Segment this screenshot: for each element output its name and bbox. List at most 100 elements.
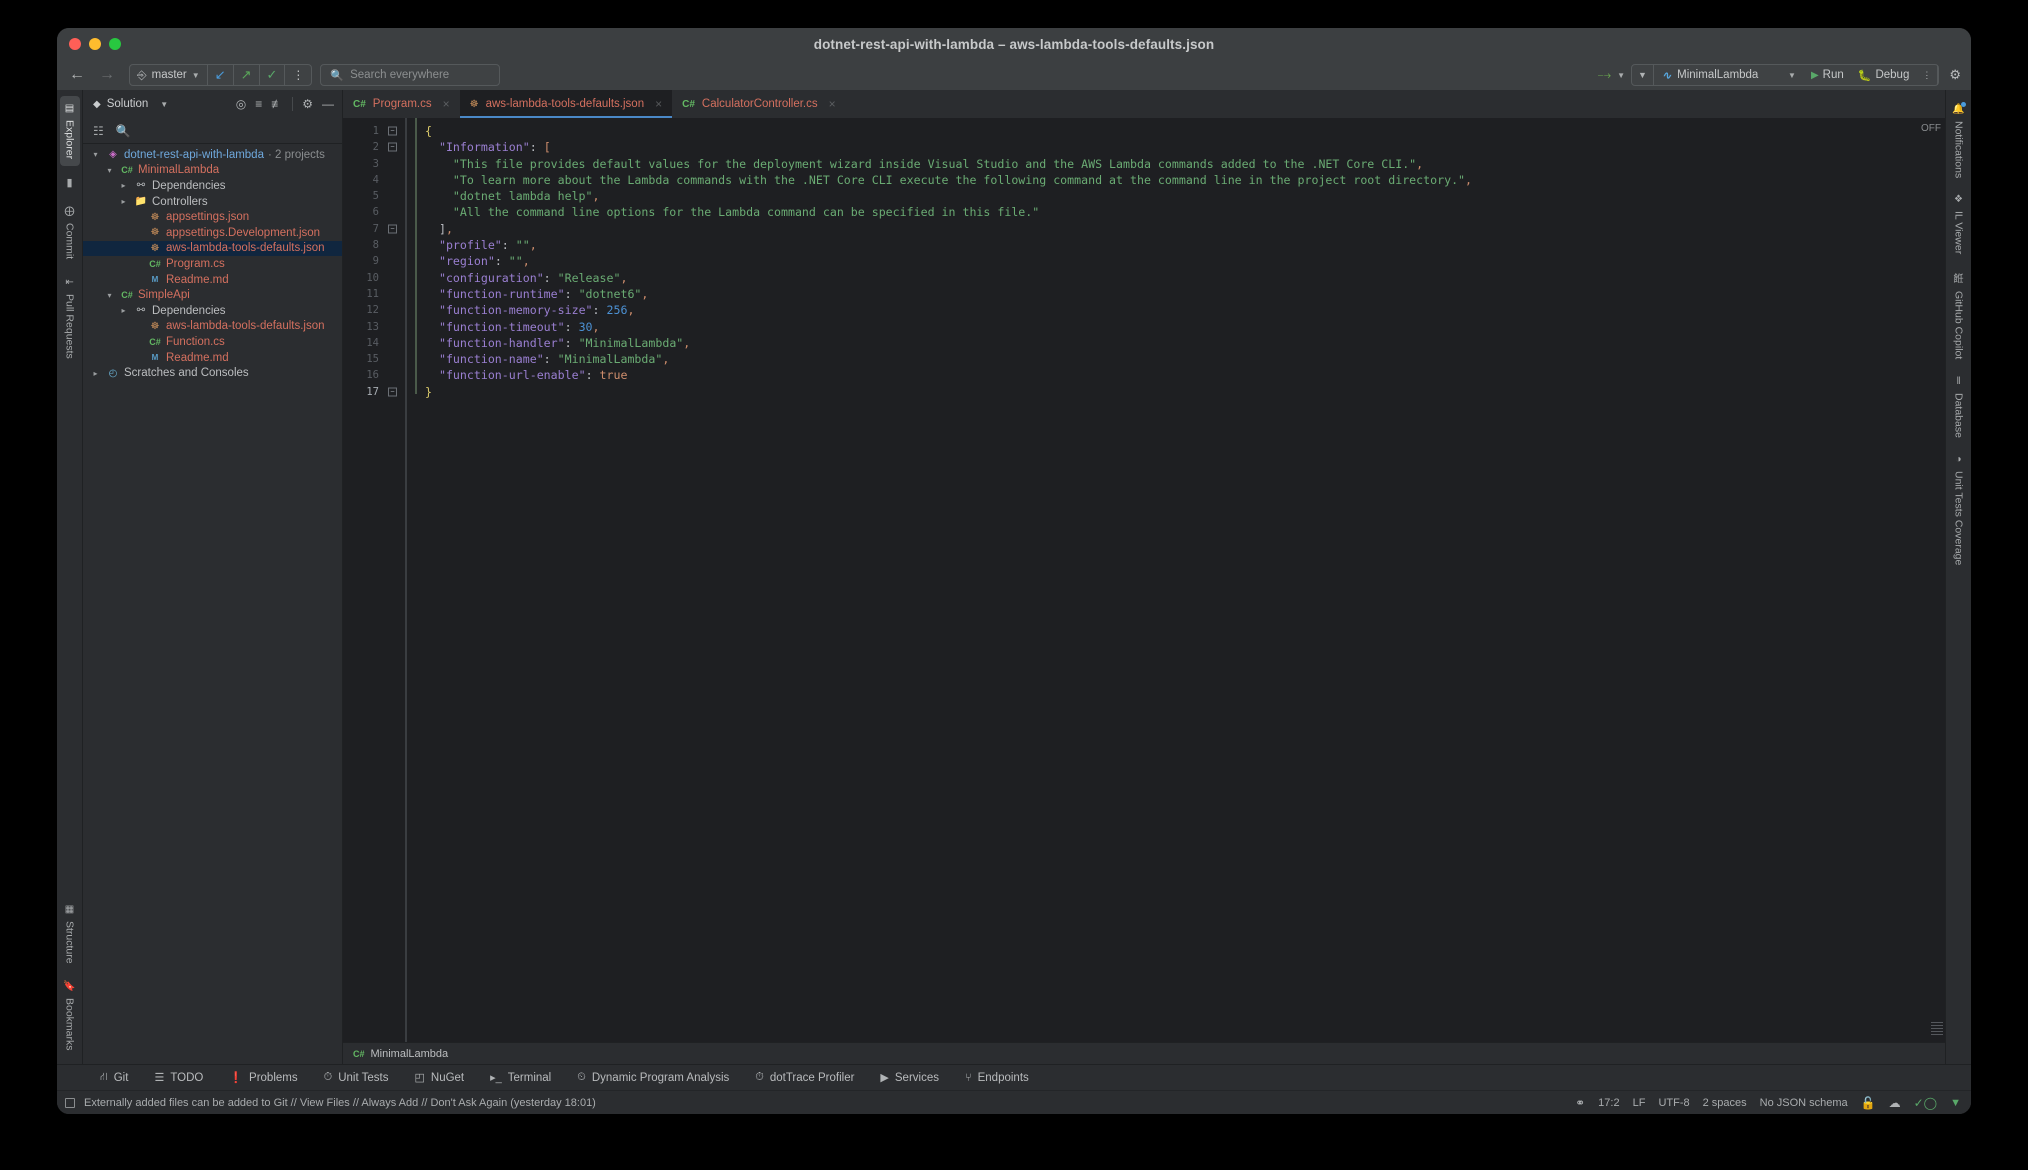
vcs-commit-button[interactable]: ✓ (260, 65, 286, 85)
tree-item-simpleapi[interactable]: ▾C#SimpleApi (83, 287, 342, 303)
inspection-state-label[interactable]: OFF (1921, 123, 1941, 134)
run-button[interactable]: ▶ Run (1804, 64, 1851, 86)
tool-window-problems[interactable]: ❗Problems (216, 1065, 310, 1090)
tree-item-appsettings-development-json[interactable]: ☸appsettings.Development.json (83, 225, 342, 241)
right-sidebar-item-il-viewer[interactable]: ❖IL Viewer (1949, 186, 1969, 262)
run-more-actions-button[interactable]: ⋮ (1916, 65, 1938, 85)
tree-item-readme-md[interactable]: MReadme.md (83, 272, 342, 288)
tool-window-terminal[interactable]: ▸_Terminal (477, 1065, 564, 1090)
vcs-update-button[interactable]: ↙ (208, 65, 234, 85)
indent-setting[interactable]: 2 spaces (1703, 1097, 1747, 1109)
line-number[interactable]: 6 (343, 204, 405, 220)
sidebar-item-explorer[interactable]: ▤ Explorer (60, 96, 80, 166)
collapse-all-icon[interactable]: ≢ (271, 97, 283, 111)
editor-minimap-indicator[interactable] (1931, 1022, 1943, 1036)
sidebar-item-commit[interactable]: ⨁ Commit (60, 199, 80, 266)
line-number[interactable]: 7− (343, 221, 405, 237)
line-number[interactable]: 17− (343, 384, 405, 400)
tree-item-aws-lambda-tools-defaults-json[interactable]: ☸aws-lambda-tools-defaults.json (83, 319, 342, 335)
forward-icon[interactable]: → (99, 67, 115, 83)
sidebar-item-structure[interactable]: ▦ Structure (60, 897, 80, 971)
build-chevron-down-icon[interactable]: ▼ (1617, 71, 1625, 80)
tree-twisty-icon[interactable]: ▾ (89, 150, 102, 159)
tree-item-readme-md[interactable]: MReadme.md (83, 350, 342, 366)
caret-position[interactable]: 17:2 (1598, 1097, 1619, 1109)
json-schema-selector[interactable]: No JSON schema (1760, 1097, 1848, 1109)
tree-item-dependencies[interactable]: ▸⚯Dependencies (83, 303, 342, 319)
status-indicator-icon[interactable] (65, 1098, 75, 1108)
tool-window-git[interactable]: ⛙Git (87, 1065, 141, 1090)
code-content-wrapper[interactable]: { "Information": [ "This file provides d… (405, 118, 1929, 1042)
unlocked-icon[interactable]: 🔓 (1861, 1096, 1876, 1110)
editor-tab-program-cs[interactable]: C#Program.cs× (343, 90, 460, 118)
breadcrumb-label[interactable]: MinimalLambda (371, 1048, 449, 1060)
vcs-push-button[interactable]: ↗ (234, 65, 260, 85)
expand-all-icon[interactable]: ≡ (255, 97, 262, 111)
scope-icon[interactable]: ☷ (93, 124, 104, 138)
line-number[interactable]: 2− (343, 139, 405, 155)
code-editor[interactable]: 1−2−34567−891011121314151617− { "Informa… (343, 118, 1945, 1042)
tree-item-appsettings-json[interactable]: ☸appsettings.json (83, 209, 342, 225)
line-number[interactable]: 3 (343, 156, 405, 172)
run-configuration-widget[interactable]: ▼ ∿ MinimalLambda ▼ ▶ Run 🐛 Debug ⋮ (1631, 64, 1939, 86)
code-fold-icon[interactable]: − (388, 127, 397, 136)
branch-selector[interactable]: ⎆ master ▼ (130, 65, 208, 85)
updates-icon[interactable]: ▼ (1950, 1097, 1961, 1109)
tree-item-minimallambda[interactable]: ▾C#MinimalLambda (83, 163, 342, 179)
line-number[interactable]: 15 (343, 351, 405, 367)
tree-item-program-cs[interactable]: C#Program.cs (83, 256, 342, 272)
tree-twisty-icon[interactable]: ▸ (117, 197, 130, 206)
tool-window-dynamic-program-analysis[interactable]: ⏲Dynamic Program Analysis (564, 1065, 742, 1090)
tree-item-aws-lambda-tools-defaults-json[interactable]: ☸aws-lambda-tools-defaults.json (83, 241, 342, 257)
close-icon[interactable]: × (829, 97, 836, 111)
locate-icon[interactable]: ◎ (236, 97, 246, 111)
code-fold-icon[interactable]: − (388, 387, 397, 396)
vcs-more-button[interactable]: ⋮ (285, 65, 311, 85)
tool-window-endpoints[interactable]: ⑂Endpoints (952, 1065, 1042, 1090)
run-config-expand-icon[interactable]: ▼ (1632, 65, 1654, 85)
search-everywhere-input[interactable]: 🔍 Search everywhere (320, 64, 500, 86)
line-number[interactable]: 13 (343, 319, 405, 335)
tree-item-function-cs[interactable]: C#Function.cs (83, 334, 342, 350)
file-encoding[interactable]: UTF-8 (1658, 1097, 1689, 1109)
editor-tabs-more-button[interactable] (1937, 90, 1945, 118)
hammer-icon[interactable]: ⤍ (1598, 67, 1612, 83)
sidebar-item-bookmarks[interactable]: 🔖 Bookmarks (59, 974, 79, 1058)
solution-view-selector[interactable]: ◆ Solution ▼ (93, 98, 168, 110)
tree-twisty-icon[interactable]: ▸ (117, 306, 130, 315)
close-icon[interactable]: × (655, 97, 662, 111)
gear-icon[interactable]: ⚙ (1945, 67, 1965, 83)
cloud-settings-icon[interactable]: ☁ (1889, 1096, 1901, 1110)
tree-twisty-icon[interactable]: ▾ (103, 291, 116, 300)
sidebar-item-pull-requests[interactable]: ⇤ Pull Requests (60, 270, 80, 366)
tree-item-dependencies[interactable]: ▸⚯Dependencies (83, 178, 342, 194)
tree-item-scratches-and-consoles[interactable]: ▸◴Scratches and Consoles (83, 365, 342, 381)
code-fold-icon[interactable]: − (388, 224, 397, 233)
line-number[interactable]: 5 (343, 188, 405, 204)
code-text[interactable]: { "Information": [ "This file provides d… (405, 123, 1929, 400)
run-config-selector[interactable]: ∿ MinimalLambda ▼ (1654, 69, 1804, 82)
line-separator[interactable]: LF (1633, 1097, 1646, 1109)
tree-twisty-icon[interactable]: ▸ (117, 181, 130, 190)
editor-tab-aws-lambda-tools-defaults-json[interactable]: ☸aws-lambda-tools-defaults.json× (460, 90, 673, 118)
tool-window-services[interactable]: ▶Services (867, 1065, 952, 1090)
line-number[interactable]: 8 (343, 237, 405, 253)
back-icon[interactable]: ← (69, 67, 85, 83)
editor-tab-calculatorcontroller-cs[interactable]: C#CalculatorController.cs× (672, 90, 846, 118)
tree-item-controllers[interactable]: ▸📁Controllers (83, 194, 342, 210)
right-sidebar-item-database[interactable]: ‖Database (1949, 368, 1969, 446)
tree-item-dotnet-rest-api-with-lambda[interactable]: ▾◈dotnet-rest-api-with-lambda · 2 projec… (83, 147, 342, 163)
tool-window-todo[interactable]: ☰TODO (141, 1065, 216, 1090)
project-files-icon[interactable]: ▮ (62, 170, 76, 195)
line-number[interactable]: 11 (343, 286, 405, 302)
settings-icon[interactable]: ⚙ (302, 97, 313, 111)
search-icon[interactable]: 🔍 (116, 124, 131, 138)
tool-window-nuget[interactable]: ◰NuGet (401, 1065, 477, 1090)
right-sidebar-item-notifications[interactable]: 🔔Notifications (1948, 96, 1968, 186)
line-number[interactable]: 4 (343, 172, 405, 188)
status-message[interactable]: Externally added files can be added to G… (84, 1097, 596, 1109)
line-number[interactable]: 12 (343, 302, 405, 318)
github-copilot-icon[interactable]: ⚭ (1575, 1096, 1585, 1110)
line-number[interactable]: 16 (343, 367, 405, 383)
code-fold-icon[interactable]: − (388, 143, 397, 152)
